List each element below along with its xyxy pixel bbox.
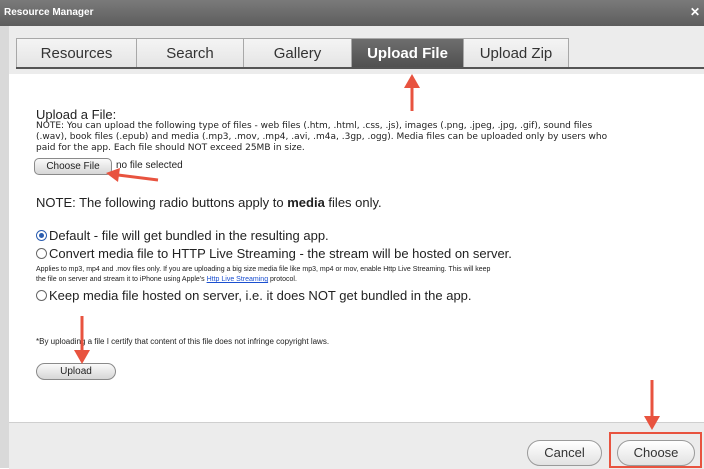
streaming-note-line2: the file on server and stream it to iPho… <box>36 276 297 283</box>
option-streaming-label: Convert media file to HTTP Live Streamin… <box>49 246 512 261</box>
upload-note-line1: NOTE: You can upload the following type … <box>36 121 593 131</box>
upload-heading: Upload a File: <box>36 107 117 122</box>
window-title: Resource Manager <box>4 7 94 18</box>
radio-note: NOTE: The following radio buttons apply … <box>36 195 382 210</box>
streaming-note-prefix: the file on server and stream it to iPho… <box>36 276 207 283</box>
tab-underline <box>16 67 704 69</box>
tab-upload-file[interactable]: Upload File <box>351 38 464 68</box>
window-titlebar: Resource Manager ✕ <box>0 0 704 26</box>
left-gutter <box>0 26 9 468</box>
option-keep-row[interactable]: Keep media file hosted on server, i.e. i… <box>36 288 472 303</box>
choose-highlight-box <box>609 432 702 468</box>
tab-resources[interactable]: Resources <box>16 38 137 68</box>
streaming-note-line1: Applies to mp3, mp4 and .mov files only.… <box>36 266 491 273</box>
radio-default[interactable] <box>36 230 47 241</box>
cancel-button[interactable]: Cancel <box>527 440 602 466</box>
radio-streaming[interactable] <box>36 248 47 259</box>
upload-button[interactable]: Upload <box>36 363 116 380</box>
close-icon[interactable]: ✕ <box>688 5 702 19</box>
streaming-note-suffix: protocol. <box>268 276 297 283</box>
radio-note-bold: media <box>287 195 325 210</box>
radio-note-suffix: files only. <box>324 195 382 210</box>
radio-note-prefix: NOTE: The following radio buttons apply … <box>36 195 288 210</box>
radio-keep[interactable] <box>36 290 47 301</box>
tab-upload-zip[interactable]: Upload Zip <box>463 38 569 68</box>
option-streaming-row[interactable]: Convert media file to HTTP Live Streamin… <box>36 246 512 261</box>
option-keep-label: Keep media file hosted on server, i.e. i… <box>49 288 472 303</box>
http-live-streaming-link[interactable]: Http Live Streaming <box>207 276 268 283</box>
tab-gallery[interactable]: Gallery <box>243 38 352 68</box>
upload-note-line3: paid for the app. Each file should NOT e… <box>36 143 305 153</box>
option-default-label: Default - file will get bundled in the r… <box>49 228 329 243</box>
no-file-text: no file selected <box>116 160 183 171</box>
tab-search[interactable]: Search <box>136 38 244 68</box>
option-default-row[interactable]: Default - file will get bundled in the r… <box>36 228 329 243</box>
certify-text: *By uploading a file I certify that cont… <box>36 337 330 346</box>
upload-note-line2: (.wav), book files (.epub) and media (.m… <box>36 132 608 142</box>
tab-list: Resources Search Gallery Upload File Upl… <box>16 38 569 68</box>
choose-file-button[interactable]: Choose File <box>34 158 112 175</box>
